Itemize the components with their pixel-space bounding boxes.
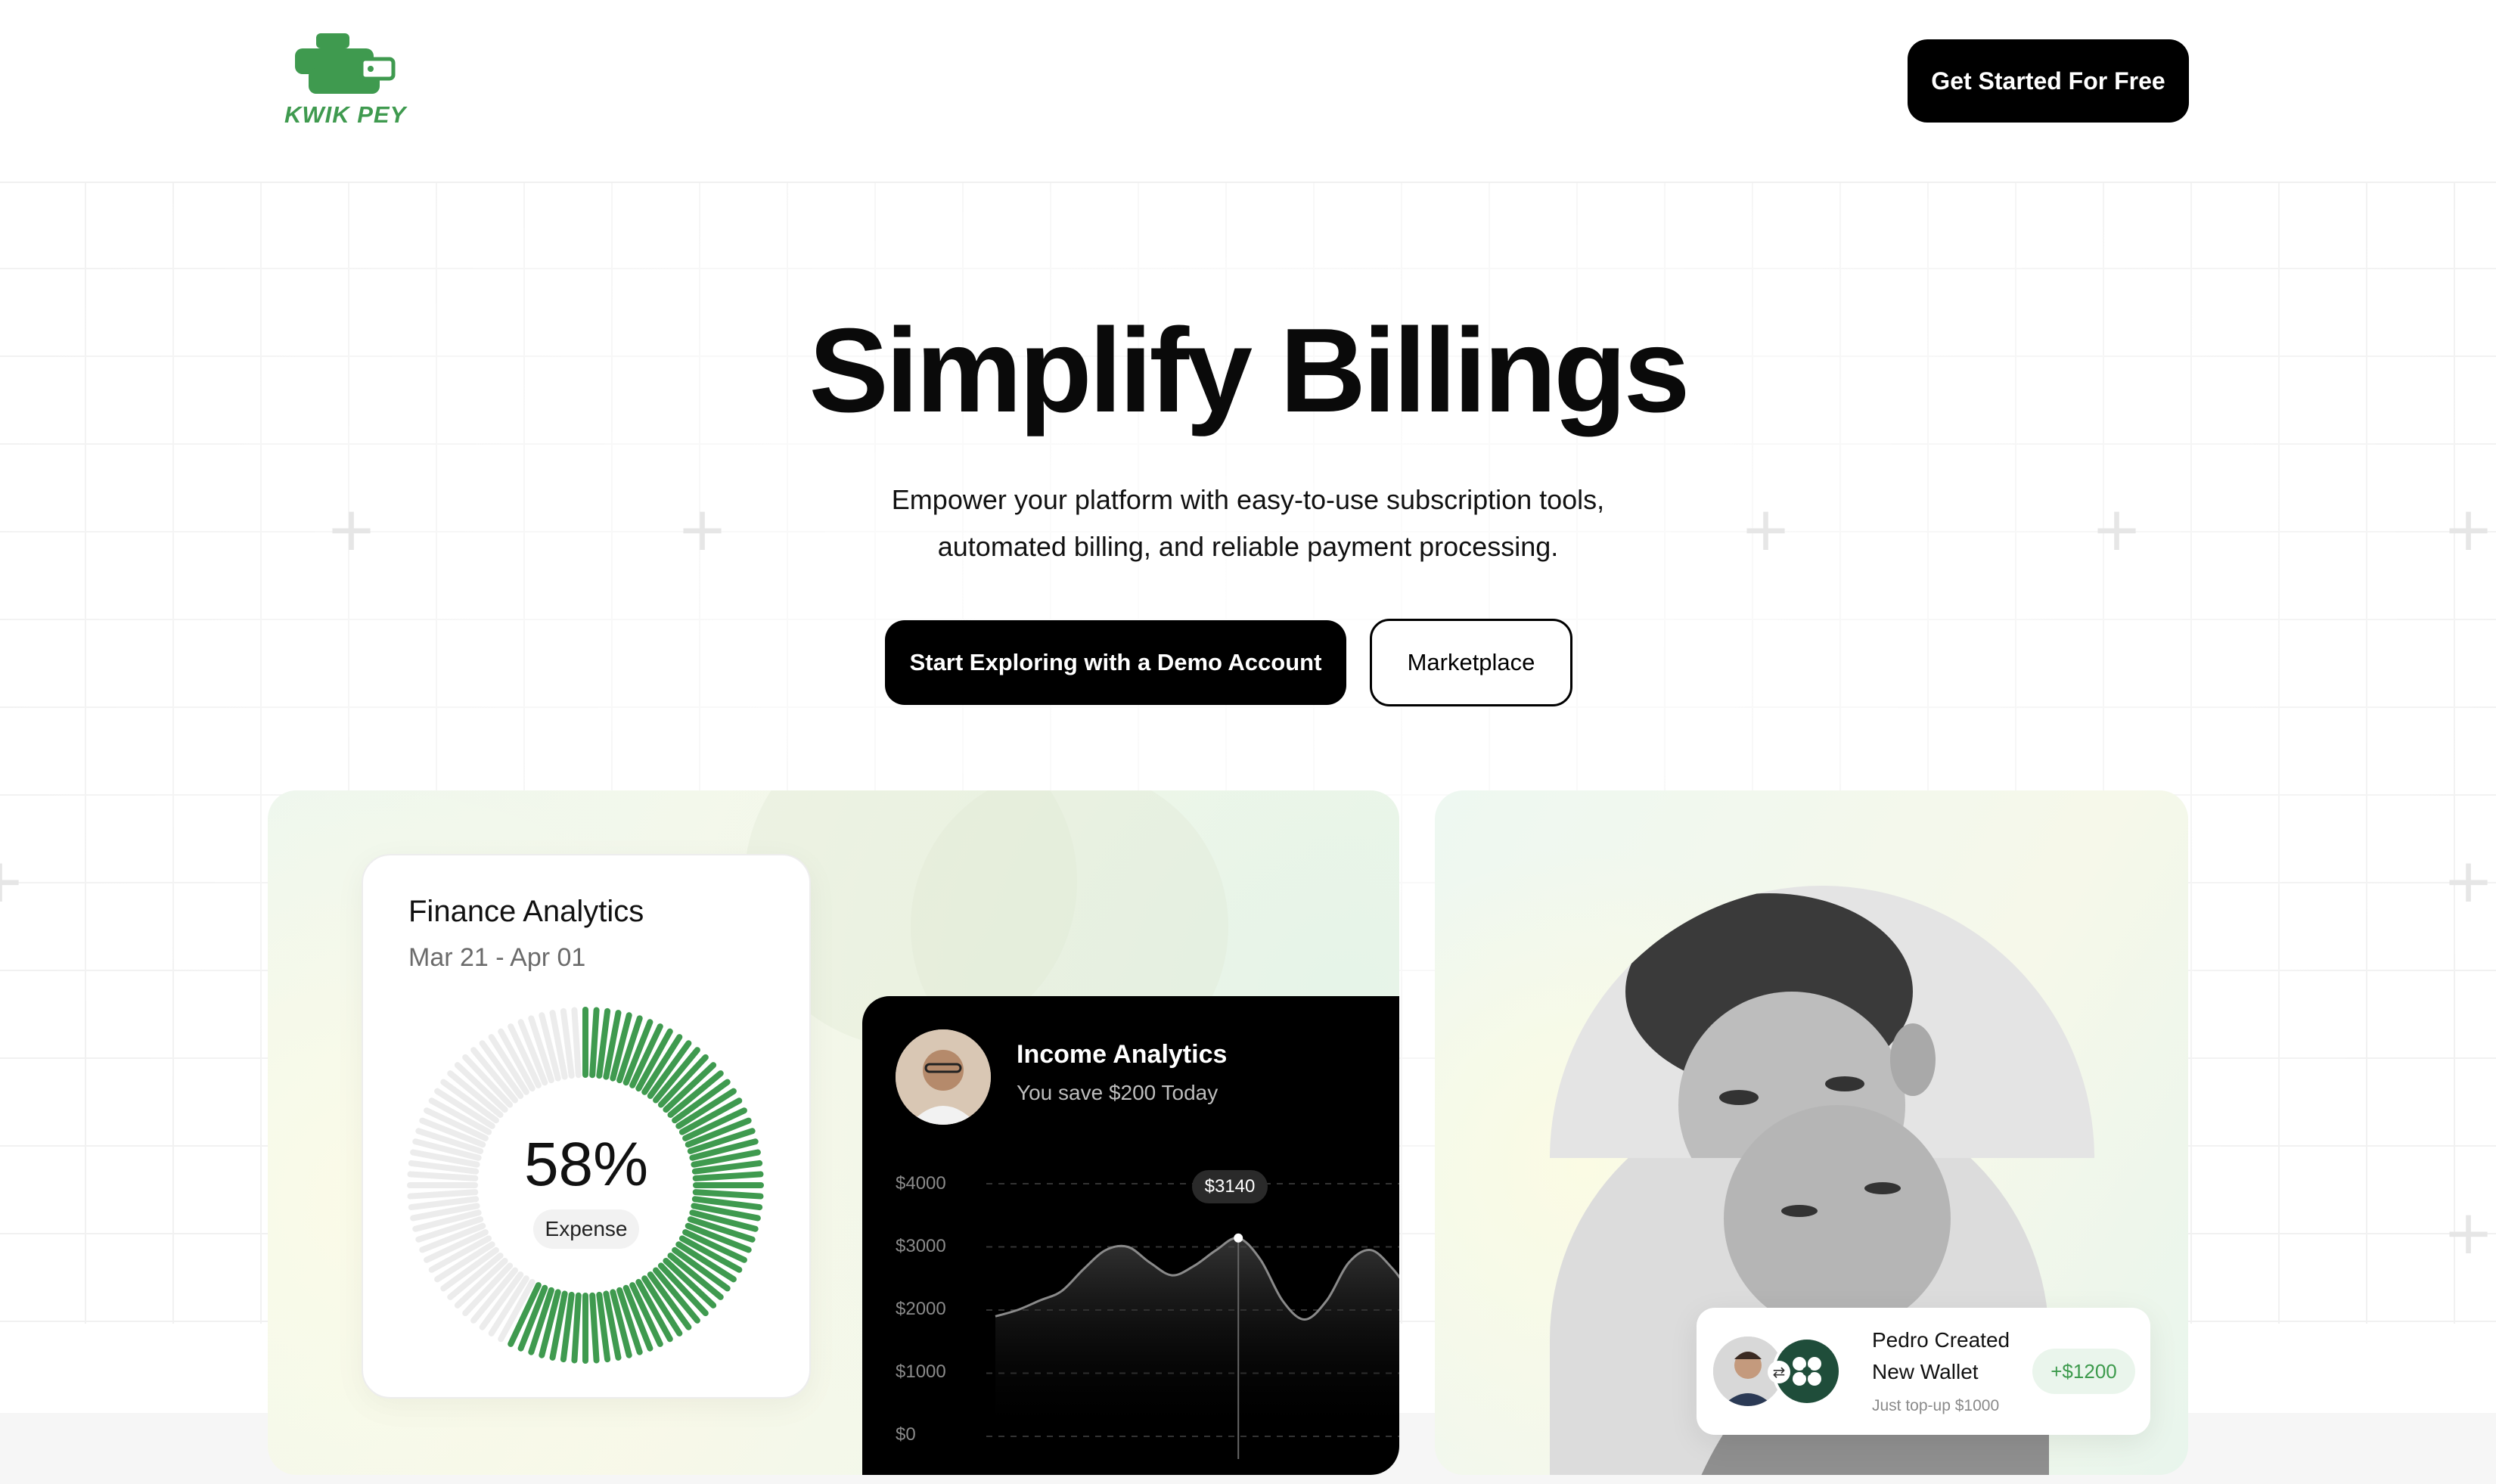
expense-badge: Expense <box>533 1209 639 1249</box>
grid-plus-marker: + <box>2091 494 2143 564</box>
people-showcase: ⇄ Pedro Created New Wallet Just top-up $… <box>1435 790 2188 1475</box>
analytics-showcase: Finance Analytics Mar 21 - Apr 01 58% Ex… <box>268 790 1399 1475</box>
notification-title-line: Pedro Created <box>1872 1328 2010 1352</box>
swap-arrows-icon: ⇄ <box>1768 1361 1790 1383</box>
hero-subtitle-line: automated billing, and reliable payment … <box>937 531 1559 562</box>
highlight-point[interactable] <box>1234 1233 1243 1243</box>
hero-subtitle: Empower your platform with easy-to-use s… <box>794 477 1702 570</box>
grid-plus-marker: + <box>2443 494 2494 564</box>
donut-tick-track <box>571 1007 582 1079</box>
demo-account-button[interactable]: Start Exploring with a Demo Account <box>885 620 1346 705</box>
finance-card-title: Finance Analytics <box>408 895 644 928</box>
marketplace-button[interactable]: Marketplace <box>1370 619 1572 706</box>
expense-percent: 58% <box>523 1130 649 1199</box>
hero-subtitle-line: Empower your platform with easy-to-use s… <box>891 484 1605 515</box>
notification-subtitle: Just top-up $1000 <box>1872 1397 2000 1414</box>
grid-plus-marker: + <box>2443 846 2494 916</box>
finance-card-date: Mar 21 - Apr 01 <box>408 943 586 972</box>
grid-plus-marker: + <box>677 494 728 564</box>
chart-tooltip: $3140 <box>1192 1170 1268 1203</box>
get-started-button[interactable]: Get Started For Free <box>1908 39 2189 123</box>
amount-badge: +$1200 <box>2032 1349 2135 1394</box>
grid-plus-marker: + <box>1740 494 1792 564</box>
grid-plus-marker: + <box>2443 1197 2494 1268</box>
income-area-chart <box>986 1183 1399 1459</box>
brand-name: KWIK PEY <box>284 101 407 128</box>
notification-title-line: New Wallet <box>1872 1360 1979 1383</box>
page-title: Simplify Billings <box>809 304 1690 437</box>
notification-title: Pedro Created New Wallet <box>1872 1324 2010 1388</box>
donut-tick-filled <box>589 1007 600 1079</box>
income-area-fill <box>995 1237 1399 1436</box>
donut-tick-filled <box>571 1292 582 1364</box>
wallet-notification[interactable]: ⇄ Pedro Created New Wallet Just top-up $… <box>1697 1308 2150 1435</box>
wallet-logo-icon <box>295 33 396 94</box>
income-analytics-card: Income Analytics You save $200 Today $40… <box>862 996 1399 1475</box>
donut-tick-filled <box>589 1292 600 1364</box>
grid-plus-marker: + <box>0 851 25 911</box>
brand-logo[interactable]: KWIK PEY <box>280 27 416 130</box>
grid-plus-marker: + <box>326 494 377 564</box>
top-nav: KWIK PEY Get Started For Free <box>0 0 2496 183</box>
finance-analytics-card: Finance Analytics Mar 21 - Apr 01 58% Ex… <box>362 854 811 1399</box>
